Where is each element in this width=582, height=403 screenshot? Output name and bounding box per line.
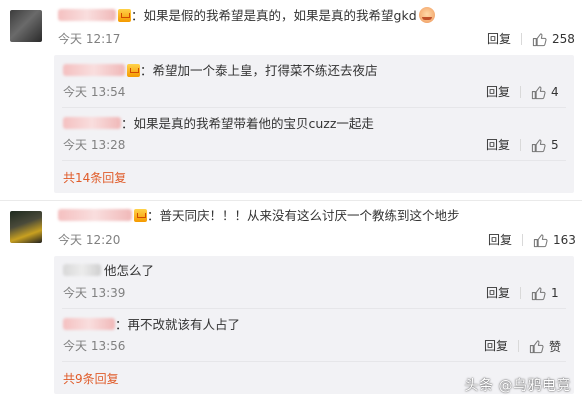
comment-separator (0, 200, 582, 201)
watermark: 头条 @乌鸦电竞 (464, 378, 571, 394)
username[interactable] (63, 264, 101, 276)
subreply-text: 希望加一个泰上皇，打得菜不练还去夜店 (152, 63, 378, 78)
like-button[interactable]: 4 (531, 84, 559, 100)
like-button[interactable]: 赞 (529, 338, 561, 354)
avatar[interactable] (10, 10, 42, 42)
subreply-time: 今天 13:39 (63, 286, 126, 300)
thumb-up-icon (531, 286, 546, 300)
vip-badge-icon (134, 209, 147, 222)
thumb-up-icon (529, 339, 544, 353)
username[interactable] (63, 64, 125, 76)
divider (518, 340, 519, 352)
subreply-line: ：希望加一个泰上皇，打得菜不练还去夜店 (63, 63, 378, 79)
subreply-text: 如果是真的我希望带着他的宝贝cuzz一起走 (133, 116, 374, 131)
username[interactable] (63, 318, 115, 330)
subreply-text: 再不改就该有人占了 (127, 317, 241, 332)
like-count: 258 (552, 32, 575, 46)
divider (520, 139, 521, 151)
reply-button[interactable]: 回复 (484, 338, 508, 354)
thumb-up-icon (531, 138, 546, 152)
comment-line: ：如果是假的我希望是真的，如果是真的我希望gkd (58, 7, 435, 24)
reply-button[interactable]: 回复 (488, 232, 512, 248)
thumb-up-icon (531, 85, 546, 99)
divider (62, 107, 566, 108)
divider (62, 308, 566, 309)
comment-time: 今天 12:20 (58, 233, 121, 247)
divider (62, 361, 566, 362)
like-button[interactable]: 1 (531, 285, 559, 301)
emoji-icon (418, 7, 435, 23)
comment-text: 普天同庆！！！从来没有这么讨厌一个教练到这个地步 (159, 208, 460, 223)
like-button[interactable]: 5 (531, 137, 559, 153)
avatar[interactable] (10, 211, 42, 243)
like-count: 赞 (549, 339, 562, 354)
subreply-text: 他怎么了 (104, 263, 155, 278)
vip-badge-icon (127, 64, 140, 77)
like-button[interactable]: 163 (533, 232, 576, 248)
view-all-replies-link[interactable]: 共14条回复 (63, 170, 126, 186)
vip-badge-icon (118, 9, 131, 22)
subreply-line: ：再不改就该有人占了 (63, 317, 240, 333)
divider (522, 234, 523, 246)
view-all-replies-link[interactable]: 共9条回复 (63, 371, 119, 387)
username[interactable] (58, 209, 132, 221)
like-count: 5 (551, 138, 559, 152)
like-button[interactable]: 258 (532, 31, 575, 47)
divider (62, 160, 566, 161)
thumb-up-icon (532, 32, 547, 46)
subreply-line: 他怎么了 (63, 263, 154, 279)
reply-button[interactable]: 回复 (486, 285, 510, 301)
thumb-up-icon (533, 233, 548, 247)
divider (521, 33, 522, 45)
comment-text: 如果是假的我希望是真的，如果是真的我希望gkd (143, 8, 417, 23)
username[interactable] (58, 9, 116, 21)
reply-button[interactable]: 回复 (486, 137, 510, 153)
like-count: 163 (553, 233, 576, 247)
like-count: 1 (551, 286, 559, 300)
divider (520, 287, 521, 299)
comment-line: ：普天同庆！！！从来没有这么讨厌一个教练到这个地步 (58, 208, 460, 224)
subreply-time: 今天 13:56 (63, 339, 126, 353)
subreply-line: ：如果是真的我希望带着他的宝贝cuzz一起走 (63, 116, 374, 132)
username[interactable] (63, 117, 121, 129)
reply-button[interactable]: 回复 (486, 84, 510, 100)
subreply-time: 今天 13:54 (63, 85, 126, 99)
reply-button[interactable]: 回复 (487, 31, 511, 47)
subreply-time: 今天 13:28 (63, 138, 126, 152)
like-count: 4 (551, 85, 559, 99)
comment-time: 今天 12:17 (58, 32, 121, 46)
divider (520, 86, 521, 98)
